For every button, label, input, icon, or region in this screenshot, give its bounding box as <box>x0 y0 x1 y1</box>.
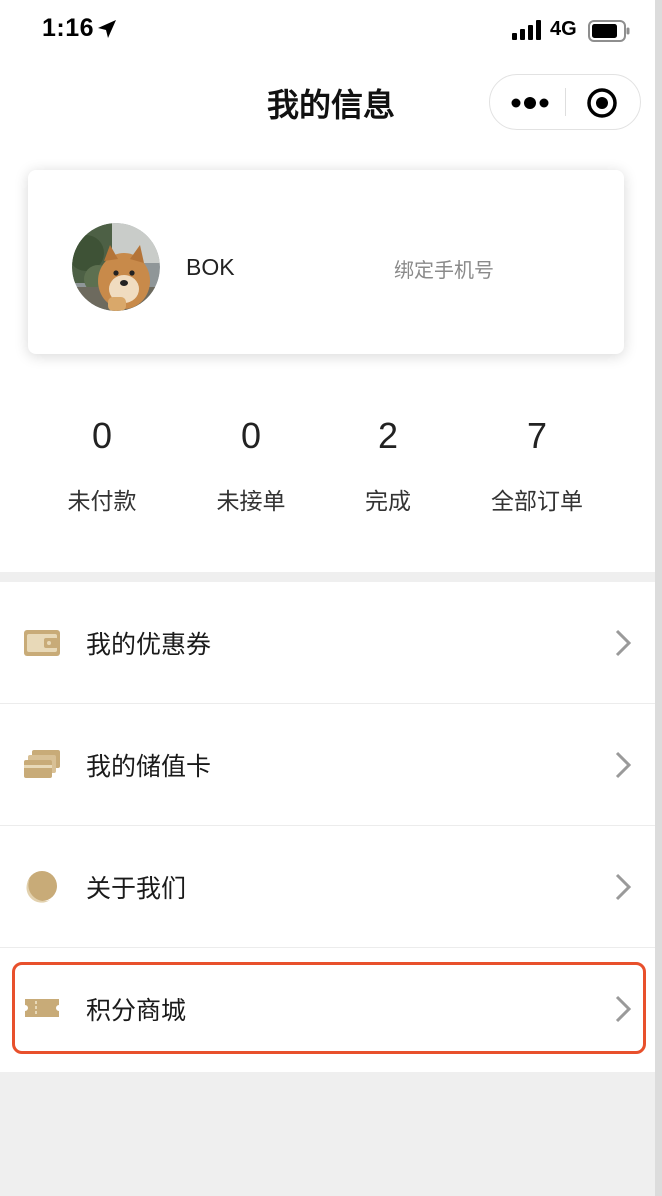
menu-list: 我的优惠券 我的储值卡 关于我们 积分商城 <box>0 582 662 1072</box>
cards-icon <box>24 750 60 778</box>
stat-label: 全部订单 <box>491 489 583 515</box>
location-arrow-icon <box>98 20 116 38</box>
order-stats: 0 未付款 0 未接单 2 完成 7 全部订单 <box>0 410 662 530</box>
close-miniprogram-icon[interactable] <box>566 75 640 129</box>
chevron-right-icon <box>615 629 632 657</box>
stat-count: 2 <box>377 415 399 456</box>
menu-item-points-mall[interactable]: 积分商城 <box>0 948 662 1070</box>
chevron-right-icon <box>615 995 632 1023</box>
ticket-icon <box>25 999 59 1017</box>
stat-count: 0 <box>91 415 113 456</box>
wallet-icon <box>24 630 60 656</box>
stat-label: 完成 <box>365 489 411 515</box>
screen-edge <box>655 0 662 1196</box>
menu-item-stored-value-cards[interactable]: 我的储值卡 <box>0 704 662 826</box>
signal-icon <box>512 20 541 40</box>
more-options-icon[interactable] <box>490 75 566 129</box>
moon-icon <box>26 871 57 903</box>
menu-item-about-us[interactable]: 关于我们 <box>0 826 662 948</box>
stat-not-accepted[interactable]: 0 未接单 <box>181 410 321 516</box>
stat-count: 0 <box>240 415 262 456</box>
bind-phone-link[interactable]: 绑定手机号 <box>394 254 494 283</box>
stat-all-orders[interactable]: 7 全部订单 <box>467 410 607 516</box>
top-area: 1:16 4G 我的信息 BOK 绑定手机号 0 未付款 0 未接单 2 完成 … <box>0 0 662 572</box>
chevron-right-icon <box>615 873 632 901</box>
stat-completed[interactable]: 2 完成 <box>318 410 458 516</box>
profile-card: BOK 绑定手机号 <box>28 170 624 354</box>
status-time: 1:16 <box>42 14 95 42</box>
battery-icon <box>588 20 630 42</box>
menu-label: 积分商城 <box>86 996 187 1025</box>
menu-label: 关于我们 <box>86 874 187 903</box>
username: BOK <box>186 254 235 280</box>
chevron-right-icon <box>615 751 632 779</box>
stat-unpaid[interactable]: 0 未付款 <box>32 410 172 516</box>
stat-count: 7 <box>526 415 548 456</box>
menu-label: 我的优惠券 <box>86 630 212 659</box>
capsule-menu <box>489 74 641 130</box>
stat-label: 未付款 <box>67 489 137 515</box>
menu-item-coupons[interactable]: 我的优惠券 <box>0 582 662 704</box>
network-label: 4G <box>550 18 577 40</box>
avatar[interactable] <box>72 223 160 311</box>
status-bar: 1:16 4G <box>0 0 662 62</box>
stat-label: 未接单 <box>216 489 286 515</box>
menu-label: 我的储值卡 <box>86 752 212 781</box>
